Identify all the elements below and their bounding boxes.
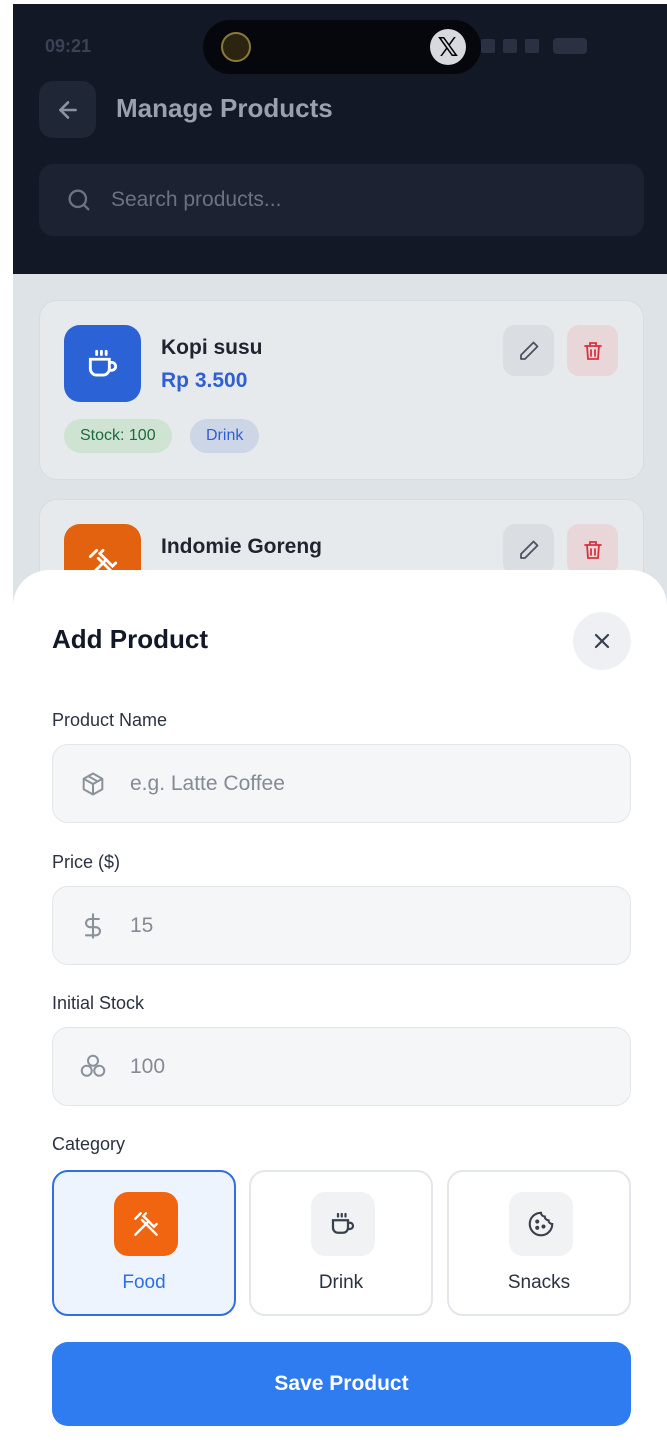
arrow-left-icon — [58, 100, 77, 119]
page-title: Manage Products — [116, 93, 333, 123]
delete-button[interactable] — [567, 524, 618, 575]
category-option-snacks[interactable]: Snacks — [447, 1170, 631, 1316]
product-name-label: Product Name — [52, 710, 168, 730]
category-option-food[interactable]: Food — [52, 1170, 236, 1316]
delete-button[interactable] — [567, 325, 618, 376]
signal-icon — [481, 39, 495, 53]
x-logo-icon[interactable]: 𝕏 — [430, 29, 466, 65]
stock-value: 100 — [130, 1054, 166, 1078]
battery-icon — [553, 38, 587, 54]
stock-badge: Stock: 100 — [64, 419, 172, 453]
price-label: Price ($) — [52, 852, 121, 872]
signal-2-icon — [525, 39, 539, 53]
price-field[interactable]: 15 — [52, 886, 631, 965]
product-card[interactable]: Kopi susu Rp 3.500 Stock: 100 Drink — [39, 300, 644, 480]
stock-label: Initial Stock — [52, 993, 145, 1013]
product-name-placeholder: e.g. Latte Coffee — [130, 771, 285, 795]
back-button[interactable] — [39, 81, 96, 138]
status-icons — [481, 38, 587, 54]
boxes-icon — [78, 1052, 108, 1082]
stock-field[interactable]: 100 — [52, 1027, 631, 1106]
cookie-icon — [509, 1192, 573, 1256]
pencil-icon — [519, 540, 538, 559]
cup-icon — [88, 349, 117, 377]
trash-icon — [583, 540, 602, 559]
product-price: Rp 3.500 — [161, 369, 248, 392]
category-label-snacks: Snacks — [507, 1272, 571, 1293]
dollar-icon — [78, 911, 108, 941]
pencil-icon — [519, 341, 538, 360]
close-button[interactable] — [573, 612, 631, 670]
top-bar: 09:21 𝕏 Manage Products Search products.… — [13, 4, 667, 274]
edit-button[interactable] — [503, 524, 554, 575]
product-name-field[interactable]: e.g. Latte Coffee — [52, 744, 631, 823]
app-screen: 09:21 𝕏 Manage Products Search products.… — [13, 4, 667, 1443]
search-placeholder: Search products... — [111, 188, 282, 211]
sheet-title: Add Product — [52, 624, 208, 654]
category-label: Category — [52, 1134, 126, 1154]
product-list: Kopi susu Rp 3.500 Stock: 100 Drink Indo… — [13, 274, 667, 679]
app-logo-icon — [221, 32, 251, 62]
status-bar: 09:21 𝕏 — [13, 4, 667, 84]
trash-icon — [583, 341, 602, 360]
product-name: Kopi susu — [161, 336, 263, 359]
box-icon — [78, 769, 108, 799]
status-time: 09:21 — [45, 36, 92, 56]
search-input[interactable]: Search products... — [39, 164, 644, 236]
product-name: Indomie Goreng — [161, 535, 323, 558]
cup-icon — [311, 1192, 375, 1256]
search-icon — [68, 189, 90, 211]
category-option-drink[interactable]: Drink — [249, 1170, 433, 1316]
save-product-button[interactable]: Save Product — [52, 1342, 631, 1426]
utensils-icon — [114, 1192, 178, 1256]
category-label-food: Food — [122, 1272, 166, 1293]
dynamic-island: 𝕏 — [203, 20, 481, 74]
close-icon — [594, 633, 610, 649]
category-label-drink: Drink — [318, 1272, 364, 1293]
add-product-sheet: Add Product Product Name e.g. Latte Coff… — [13, 570, 667, 1443]
edit-button[interactable] — [503, 325, 554, 376]
category-badge: Drink — [190, 419, 260, 453]
wifi-icon — [503, 39, 517, 53]
price-value: 15 — [130, 913, 154, 937]
product-thumb — [64, 325, 141, 402]
